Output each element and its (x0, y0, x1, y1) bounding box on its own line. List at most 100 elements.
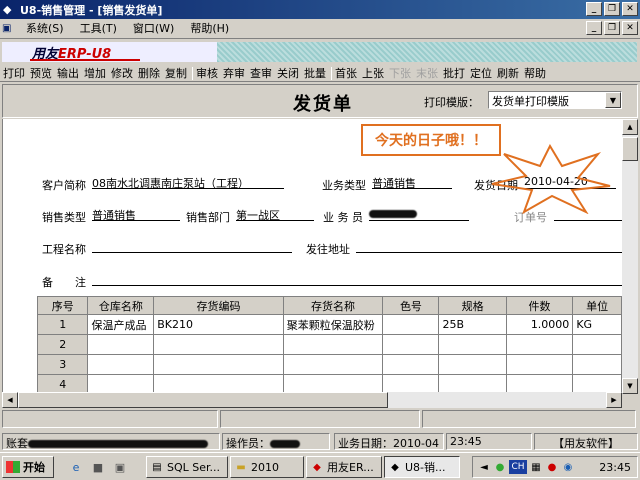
menu-system[interactable]: 系统(S) (18, 20, 72, 36)
batch-button[interactable]: 批量 (304, 65, 326, 81)
cell-color[interactable] (382, 354, 440, 375)
cell-warehouse[interactable] (87, 354, 155, 375)
cell-unit[interactable] (572, 354, 622, 375)
tray-app-icon[interactable]: ◉ (561, 460, 575, 474)
cell-warehouse[interactable] (87, 334, 155, 355)
antivirus-icon[interactable]: ● (545, 460, 559, 474)
cell-color[interactable] (382, 314, 440, 335)
network-icon[interactable]: ● (493, 460, 507, 474)
task-yonyou-erp[interactable]: ◆ 用友ER... (306, 456, 382, 478)
desktop-icon[interactable]: ▣ (112, 459, 128, 475)
staff-field[interactable] (369, 207, 469, 221)
add-button[interactable]: 增加 (84, 65, 106, 81)
mdi-minimize-button[interactable]: _ (586, 21, 602, 35)
table-row[interactable]: 3 (36, 354, 622, 375)
copy-button[interactable]: 复制 (165, 65, 187, 81)
check-approval-button[interactable]: 查审 (250, 65, 272, 81)
last-record-button[interactable]: 末张 (416, 65, 438, 81)
print-button[interactable]: 打印 (3, 65, 25, 81)
edit-button[interactable]: 修改 (111, 65, 133, 81)
prev-record-button[interactable]: 上张 (362, 65, 384, 81)
table-row[interactable]: 2 (36, 334, 622, 355)
cell-spec[interactable] (438, 354, 507, 375)
cell-qty[interactable] (505, 354, 574, 375)
ie-icon[interactable]: e (68, 459, 84, 475)
vertical-scrollbar[interactable]: ▲ ▼ (622, 119, 638, 394)
scroll-up-arrow-icon[interactable]: ▲ (622, 119, 638, 135)
print-template-select[interactable]: 发货单打印模版 ▼ (488, 91, 622, 109)
customer-field[interactable]: 08南水北调惠南庄泵站（工程） (92, 175, 284, 190)
ime-icon[interactable]: ▦ (529, 460, 543, 474)
col-header-spec[interactable]: 规格 (438, 296, 507, 315)
maximize-button[interactable]: ❐ (604, 2, 620, 16)
export-button[interactable]: 输出 (57, 65, 79, 81)
cell-spec[interactable]: 25B (438, 314, 507, 335)
close-button[interactable]: ✕ (622, 2, 638, 16)
refresh-button[interactable]: 刷新 (497, 65, 519, 81)
task-u8-sales[interactable]: ◆ U8-销... (384, 456, 460, 478)
cell-qty[interactable]: 1.0000 (505, 314, 574, 335)
col-header-qty[interactable]: 件数 (505, 296, 574, 315)
cell-unit[interactable] (572, 334, 622, 355)
table-row[interactable]: 1 保温产成品 BK210 聚苯颗粒保温胶粉 25B 1.0000 KG (36, 314, 622, 335)
first-record-button[interactable]: 首张 (335, 65, 357, 81)
document-icon[interactable]: ▣ (2, 23, 18, 34)
chevron-down-icon[interactable]: ▼ (605, 92, 621, 108)
minimize-button[interactable]: _ (586, 2, 602, 16)
project-field[interactable] (92, 239, 292, 253)
menu-help[interactable]: 帮助(H) (182, 20, 237, 36)
cell-unit[interactable]: KG (572, 314, 622, 335)
sales-type-field[interactable]: 普通销售 (92, 207, 180, 222)
horizontal-scroll-thumb[interactable] (18, 392, 388, 408)
redacted-mark (369, 210, 417, 218)
scroll-down-arrow-icon[interactable]: ▼ (622, 378, 638, 394)
task-folder-2010[interactable]: ▬ 2010 (230, 456, 304, 478)
scroll-left-arrow-icon[interactable]: ◀ (2, 392, 18, 408)
remark-field[interactable] (92, 272, 622, 286)
cell-warehouse[interactable]: 保温产成品 (87, 314, 155, 335)
quicklaunch-icon[interactable]: ■ (90, 459, 106, 475)
delivery-form: 客户简称 08南水北调惠南庄泵站（工程） 业务类型 普通销售 发货日期 2010… (2, 119, 622, 394)
cell-spec[interactable] (438, 334, 507, 355)
ship-address-field[interactable] (356, 239, 622, 253)
summary-panel (2, 408, 638, 430)
col-header-item-code[interactable]: 存货编码 (153, 296, 284, 315)
batch-print-button[interactable]: 批打 (443, 65, 465, 81)
cell-color[interactable] (382, 334, 440, 355)
cell-item-name[interactable] (282, 354, 384, 375)
cell-item-code[interactable]: BK210 (153, 314, 284, 335)
cell-item-code[interactable] (153, 334, 284, 355)
col-header-color[interactable]: 色号 (382, 296, 440, 315)
horizontal-scrollbar[interactable]: ◀ ▶ (2, 392, 622, 408)
cell-item-name[interactable] (282, 334, 384, 355)
scroll-right-arrow-icon[interactable]: ▶ (606, 392, 622, 408)
col-header-index[interactable]: 序号 (36, 296, 89, 315)
mdi-close-button[interactable]: ✕ (622, 21, 638, 35)
col-header-unit[interactable]: 单位 (572, 296, 622, 315)
cell-item-code[interactable] (153, 354, 284, 375)
preview-button[interactable]: 预览 (30, 65, 52, 81)
locate-button[interactable]: 定位 (470, 65, 492, 81)
approve-button[interactable]: 审核 (196, 65, 218, 81)
window-titlebar[interactable]: ◆ U8-销售管理 - [销售发货单] _ ❐ ✕ (0, 0, 640, 19)
delete-button[interactable]: 删除 (138, 65, 160, 81)
mdi-restore-button[interactable]: ❐ (604, 21, 620, 35)
help-button[interactable]: 帮助 (524, 65, 546, 81)
dept-field[interactable]: 第一战区 (236, 207, 314, 222)
unapprove-button[interactable]: 弃审 (223, 65, 245, 81)
volume-icon[interactable]: ◄ (477, 460, 491, 474)
col-header-item-name[interactable]: 存货名称 (282, 296, 384, 315)
close-doc-button[interactable]: 关闭 (277, 65, 299, 81)
task-sql-server[interactable]: ▤ SQL Ser... (146, 456, 228, 478)
cell-qty[interactable] (505, 334, 574, 355)
menu-window[interactable]: 窗口(W) (125, 20, 182, 36)
start-button[interactable]: 开始 (2, 456, 54, 478)
cell-item-name[interactable]: 聚苯颗粒保温胶粉 (282, 314, 384, 335)
menu-tools[interactable]: 工具(T) (72, 20, 125, 36)
next-record-button[interactable]: 下张 (389, 65, 411, 81)
scroll-thumb[interactable] (622, 137, 638, 161)
biz-type-field[interactable]: 普通销售 (372, 175, 452, 190)
col-header-warehouse[interactable]: 仓库名称 (87, 296, 155, 315)
toolbar: 打印 预览 输出 增加 修改 删除 复制 审核 弃审 查审 关闭 批量 首张 上… (0, 65, 640, 82)
language-indicator[interactable]: CH (509, 460, 527, 474)
